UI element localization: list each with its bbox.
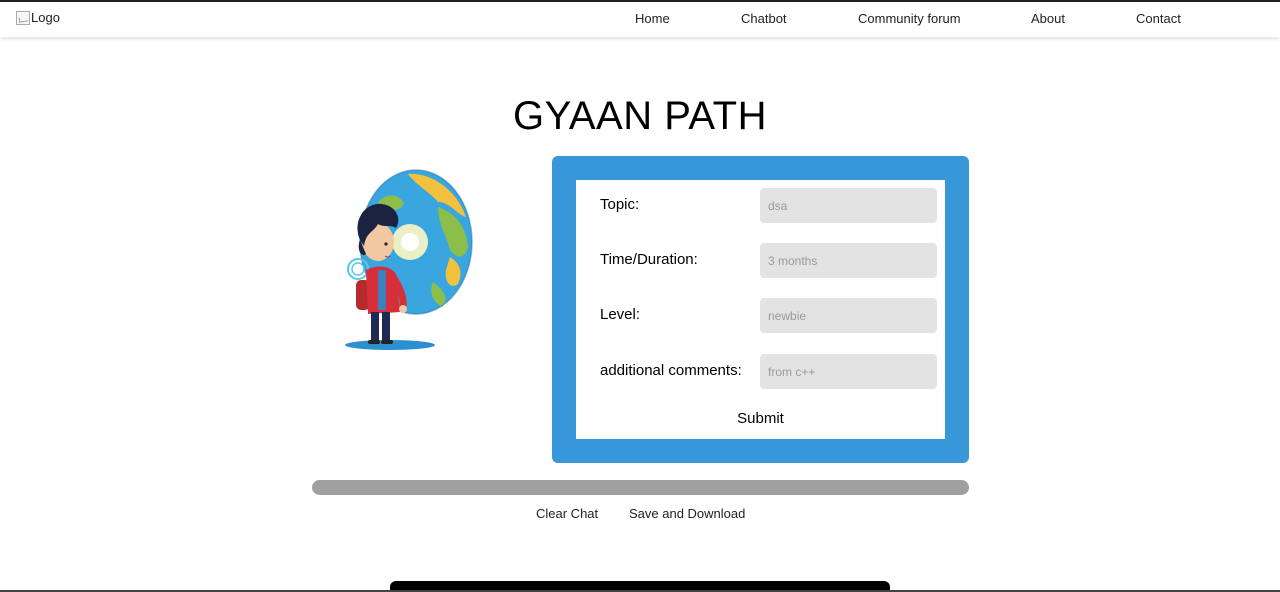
level-label: Level: — [600, 306, 641, 323]
nav-community-forum[interactable]: Community forum — [858, 11, 961, 26]
save-download-button[interactable]: Save and Download — [629, 506, 745, 521]
duration-input[interactable] — [760, 243, 937, 278]
navbar: Logo Home Chatbot Community forum About … — [0, 2, 1280, 37]
nav-home[interactable]: Home — [635, 11, 670, 26]
broken-image-icon — [16, 10, 30, 25]
comments-input[interactable] — [760, 354, 937, 389]
nav-chatbot[interactable]: Chatbot — [741, 11, 787, 26]
logo[interactable]: Logo — [16, 10, 60, 25]
boy-with-globe-lightbulb-illustration — [345, 169, 473, 350]
topic-label: Topic: — [600, 196, 640, 213]
nav-about[interactable]: About — [1031, 11, 1065, 26]
duration-label: Time/Duration: — [600, 251, 698, 268]
page-title: GYAAN PATH — [513, 94, 767, 138]
chat-output-bar — [312, 480, 969, 495]
level-input[interactable] — [760, 298, 937, 333]
clear-chat-button[interactable]: Clear Chat — [536, 506, 598, 521]
topic-input[interactable] — [760, 188, 937, 223]
roadmap-form: Topic: Time/Duration: Level: additional … — [576, 180, 945, 439]
submit-button[interactable]: Submit — [576, 410, 945, 427]
logo-alt-text: Logo — [31, 10, 60, 25]
roadmap-form-panel: Topic: Time/Duration: Level: additional … — [552, 156, 969, 463]
nav-contact[interactable]: Contact — [1136, 11, 1181, 26]
comments-label: additional comments: — [600, 362, 742, 379]
